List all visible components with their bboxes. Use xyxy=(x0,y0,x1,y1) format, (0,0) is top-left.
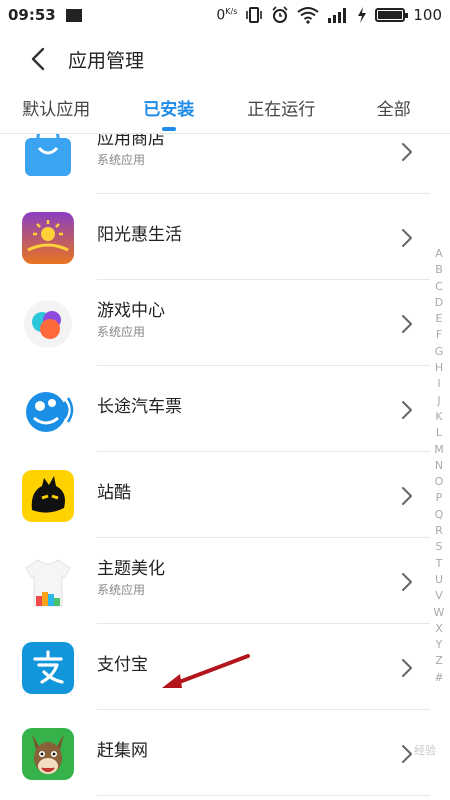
battery-percent: 100 xyxy=(413,6,442,24)
network-speed-unit: K/s xyxy=(225,6,238,16)
game-center-icon xyxy=(22,298,74,350)
list-item-sunshine-life[interactable]: 阳光惠生活 xyxy=(0,194,450,280)
app-name: 站酷 xyxy=(97,483,131,503)
notification-icon xyxy=(65,8,82,22)
battery-fill xyxy=(378,11,403,19)
charging-icon xyxy=(358,7,367,23)
back-button[interactable] xyxy=(18,39,58,79)
app-header: 应用管理 xyxy=(0,30,450,88)
app-name: 应用商店 xyxy=(97,134,165,149)
chevron-right-icon xyxy=(402,229,412,247)
index-letter[interactable]: Z xyxy=(435,653,443,669)
app-name: 主题美化 xyxy=(97,559,165,579)
chevron-right-icon xyxy=(402,143,412,161)
chevron-right-icon xyxy=(402,315,412,333)
chevron-right-icon xyxy=(402,487,412,505)
index-letter[interactable]: C xyxy=(435,279,443,295)
page-title: 应用管理 xyxy=(68,49,145,72)
index-letter[interactable]: Y xyxy=(436,637,443,653)
bus-ticket-icon xyxy=(22,384,74,436)
app-name: 长途汽车票 xyxy=(97,397,182,417)
wifi-icon xyxy=(297,7,319,24)
index-letter[interactable]: P xyxy=(436,490,443,506)
network-speed: 0K/s xyxy=(216,7,237,24)
index-letter[interactable]: H xyxy=(435,360,443,376)
list-item-game-center[interactable]: 游戏中心 系统应用 xyxy=(0,280,450,366)
index-letter[interactable]: N xyxy=(435,458,443,474)
index-letter[interactable]: L xyxy=(436,425,442,441)
index-letter[interactable]: O xyxy=(435,474,444,490)
index-letter[interactable]: X xyxy=(435,621,443,637)
tab-bar: 默认应用 已安装 正在运行 全部 xyxy=(0,90,450,134)
app-list[interactable]: 应用商店 系统应用 阳光惠生活 游戏中心 系统应用 长途汽车票 站酷 主题美化 … xyxy=(0,134,450,800)
alarm-icon xyxy=(272,6,288,23)
list-item-theme[interactable]: 主题美化 系统应用 xyxy=(0,538,450,624)
index-letter[interactable]: G xyxy=(435,344,444,360)
index-letter[interactable]: D xyxy=(435,295,443,311)
index-letter[interactable]: S xyxy=(436,539,443,555)
app-type: 系统应用 xyxy=(97,325,146,339)
index-letter[interactable]: K xyxy=(435,409,442,425)
watermark: 经验 xyxy=(414,744,436,757)
chevron-left-icon xyxy=(31,47,45,71)
theme-icon xyxy=(22,556,74,608)
app-name: 赶集网 xyxy=(97,741,148,761)
sunshine-life-icon xyxy=(22,212,74,264)
zcool-icon xyxy=(22,470,74,522)
tab-installed[interactable]: 已安装 xyxy=(113,90,226,133)
index-letter[interactable]: # xyxy=(434,670,443,686)
chevron-right-icon xyxy=(402,659,412,677)
tab-all[interactable]: 全部 xyxy=(338,90,450,133)
index-letter[interactable]: Q xyxy=(435,507,444,523)
status-bar: 09:53 0K/s 100 xyxy=(0,0,450,30)
index-letter[interactable]: B xyxy=(435,262,443,278)
vibrate-icon xyxy=(246,7,263,23)
list-item-ganji[interactable]: 赶集网 xyxy=(0,710,450,796)
network-speed-value: 0 xyxy=(216,7,226,24)
index-letter[interactable]: I xyxy=(437,376,440,392)
index-letter[interactable]: F xyxy=(436,327,442,343)
status-icons: 0K/s 100 xyxy=(216,6,442,24)
ganji-icon xyxy=(22,728,74,780)
divider xyxy=(97,795,430,796)
app-name: 游戏中心 xyxy=(97,301,165,321)
list-item-bus-ticket[interactable]: 长途汽车票 xyxy=(0,366,450,452)
chevron-right-icon xyxy=(402,573,412,591)
index-letter[interactable]: J xyxy=(437,393,440,409)
app-name: 支付宝 xyxy=(97,655,148,675)
tab-running[interactable]: 正在运行 xyxy=(225,90,338,133)
index-letter[interactable]: W xyxy=(434,605,445,621)
index-letter[interactable]: V xyxy=(435,588,443,604)
list-item-app-store[interactable]: 应用商店 系统应用 xyxy=(0,134,450,194)
list-item-zcool[interactable]: 站酷 xyxy=(0,452,450,538)
battery-icon xyxy=(375,8,409,22)
index-letter[interactable]: E xyxy=(436,311,443,327)
app-type: 系统应用 xyxy=(97,583,146,597)
signal-icon xyxy=(328,8,347,23)
alipay-icon xyxy=(22,642,74,694)
tab-default-apps[interactable]: 默认应用 xyxy=(0,90,113,133)
index-letter[interactable]: R xyxy=(435,523,443,539)
index-letter[interactable]: T xyxy=(436,556,443,572)
app-store-icon xyxy=(22,134,74,178)
chevron-right-icon xyxy=(402,401,412,419)
index-letter[interactable]: A xyxy=(435,246,443,262)
alphabet-index[interactable]: A B C D E F G H I J K L M N O P Q R S T U V W X Y Z # xyxy=(432,246,446,686)
chevron-right-icon xyxy=(402,745,412,763)
app-type: 系统应用 xyxy=(97,153,146,167)
index-letter[interactable]: U xyxy=(435,572,443,588)
index-letter[interactable]: M xyxy=(434,442,444,458)
app-name: 阳光惠生活 xyxy=(97,225,182,245)
annotation-arrow-icon xyxy=(162,654,250,688)
clock: 09:53 xyxy=(8,6,56,24)
